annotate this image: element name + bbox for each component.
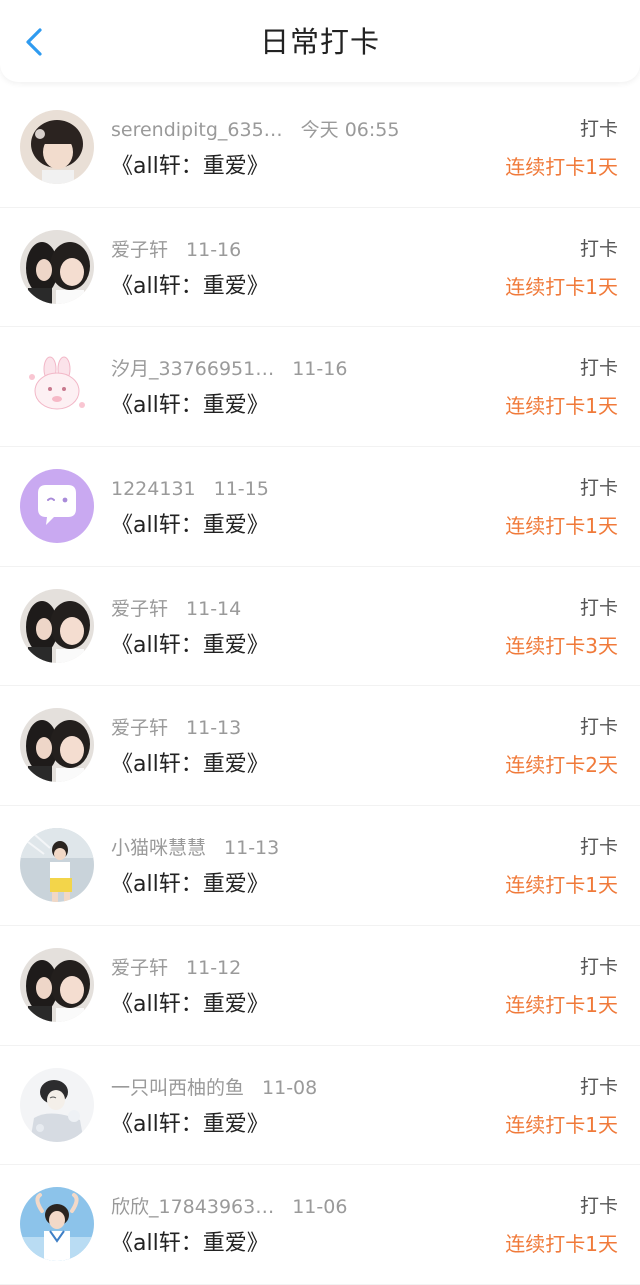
entry-meta: 1224131 11-15 <box>111 477 269 501</box>
checkin-row[interactable]: 欣欣_17843963… 11-06 《all轩：重爱》 打卡 连续打卡1天 <box>0 1165 640 1285</box>
avatar[interactable] <box>20 947 94 1022</box>
timestamp: 11-13 <box>186 717 242 740</box>
checkin-row[interactable]: 一只叫西柚的鱼 11-08 《all轩：重爱》 打卡 连续打卡1天 <box>0 1046 640 1166</box>
book-title[interactable]: 《all轩：重爱》 <box>111 152 269 182</box>
checkin-row[interactable]: 汐月_33766951… 11-16 《all轩：重爱》 打卡 连续打卡1天 <box>0 327 640 448</box>
avatar[interactable] <box>20 110 94 184</box>
checkin-row[interactable]: 爱子轩 11-16 《all轩：重爱》 打卡 连续打卡1天 <box>0 208 640 328</box>
checkin-button[interactable]: 打卡 <box>580 236 618 262</box>
checkin-button[interactable]: 打卡 <box>580 954 618 980</box>
streak-label: 连续打卡1天 <box>505 514 618 539</box>
streak-label: 连续打卡1天 <box>505 1232 618 1257</box>
username[interactable]: 1224131 <box>111 477 196 501</box>
two-people-photo-avatar-icon <box>20 588 94 663</box>
streak-label: 连续打卡1天 <box>505 873 618 898</box>
avatar[interactable] <box>20 588 94 663</box>
avatar[interactable] <box>20 469 94 544</box>
checkin-row[interactable]: serendipitg_635… 今天 06:55 《all轩：重爱》 打卡 连续… <box>0 88 640 208</box>
username[interactable]: 一只叫西柚的鱼 <box>111 1076 244 1100</box>
checkin-row[interactable]: 爱子轩 11-13 《all轩：重爱》 打卡 连续打卡2天 <box>0 686 640 807</box>
streak-label: 连续打卡1天 <box>505 992 618 1017</box>
book-title[interactable]: 《all轩：重爱》 <box>111 870 269 900</box>
checkin-row[interactable]: 爱子轩 11-12 《all轩：重爱》 打卡 连续打卡1天 <box>0 926 640 1046</box>
username[interactable]: 爱子轩 <box>111 716 168 740</box>
bunny-sticker-avatar-icon <box>20 349 94 424</box>
checkin-button[interactable]: 打卡 <box>580 595 618 621</box>
entry-meta: 爱子轩 11-12 <box>111 956 241 980</box>
book-title[interactable]: 《all轩：重爱》 <box>111 1229 269 1259</box>
avatar[interactable] <box>20 828 94 903</box>
checkin-row[interactable]: 小猫咪慧慧 11-13 《all轩：重爱》 打卡 连续打卡1天 <box>0 806 640 926</box>
username[interactable]: 爱子轩 <box>111 238 168 262</box>
checkin-list: serendipitg_635… 今天 06:55 《all轩：重爱》 打卡 连续… <box>0 88 640 1285</box>
timestamp: 11-08 <box>262 1076 318 1099</box>
book-title[interactable]: 《all轩：重爱》 <box>111 272 269 302</box>
avatar[interactable] <box>20 1067 94 1142</box>
timestamp: 11-13 <box>224 837 280 860</box>
checkin-row[interactable]: 爱子轩 11-14 《all轩：重爱》 打卡 连续打卡3天 <box>0 567 640 687</box>
avatar[interactable] <box>20 1187 94 1262</box>
timestamp: 11-16 <box>292 358 348 381</box>
avatar[interactable] <box>20 229 94 304</box>
book-title[interactable]: 《all轩：重爱》 <box>111 391 269 421</box>
page-title: 日常打卡 <box>259 25 380 59</box>
timestamp: 11-15 <box>213 478 269 501</box>
chat-bubble-avatar-icon <box>20 469 94 544</box>
checkin-button[interactable]: 打卡 <box>580 116 618 142</box>
checkin-button[interactable]: 打卡 <box>580 355 618 381</box>
checkin-button[interactable]: 打卡 <box>580 834 618 860</box>
entry-meta: 爱子轩 11-14 <box>111 597 241 621</box>
dancer-photo-avatar-icon <box>20 828 94 903</box>
sketch-photo-avatar-icon <box>20 1067 94 1142</box>
two-people-photo-avatar-icon <box>20 947 94 1022</box>
book-title[interactable]: 《all轩：重爱》 <box>111 1110 269 1140</box>
book-title[interactable]: 《all轩：重爱》 <box>111 990 269 1020</box>
checkin-button[interactable]: 打卡 <box>580 1074 618 1100</box>
two-people-photo-avatar-icon <box>20 708 94 783</box>
timestamp: 11-14 <box>186 597 242 620</box>
entry-meta: 汐月_33766951… 11-16 <box>111 357 347 381</box>
sky-photo-avatar-icon <box>20 1187 94 1262</box>
username[interactable]: 欣欣_17843963… <box>111 1195 274 1219</box>
username[interactable]: 小猫咪慧慧 <box>111 836 206 860</box>
book-title[interactable]: 《all轩：重爱》 <box>111 511 269 541</box>
avatar[interactable] <box>20 349 94 424</box>
book-title[interactable]: 《all轩：重爱》 <box>111 750 269 780</box>
timestamp: 11-12 <box>186 956 242 979</box>
entry-meta: 欣欣_17843963… 11-06 <box>111 1195 347 1219</box>
entry-meta: 小猫咪慧慧 11-13 <box>111 836 279 860</box>
streak-label: 连续打卡1天 <box>505 1112 618 1137</box>
timestamp: 11-16 <box>186 238 242 261</box>
username[interactable]: 爱子轩 <box>111 956 168 980</box>
checkin-button[interactable]: 打卡 <box>580 1193 618 1219</box>
checkin-button[interactable]: 打卡 <box>580 714 618 740</box>
streak-label: 连续打卡1天 <box>505 394 618 419</box>
book-title[interactable]: 《all轩：重爱》 <box>111 631 269 661</box>
avatar[interactable] <box>20 708 94 783</box>
timestamp: 11-06 <box>292 1196 348 1219</box>
two-people-photo-avatar-icon <box>20 229 94 304</box>
entry-meta: 爱子轩 11-16 <box>111 238 241 262</box>
timestamp: 今天 06:55 <box>300 119 400 141</box>
girl-photo-avatar-icon <box>20 110 94 184</box>
streak-label: 连续打卡1天 <box>505 274 618 299</box>
username[interactable]: 汐月_33766951… <box>111 357 274 381</box>
entry-meta: 一只叫西柚的鱼 11-08 <box>111 1076 317 1100</box>
username[interactable]: 爱子轩 <box>111 597 168 621</box>
username[interactable]: serendipitg_635… <box>111 118 283 142</box>
streak-label: 连续打卡1天 <box>505 155 618 179</box>
checkin-button[interactable]: 打卡 <box>580 475 618 501</box>
top-bar: 日常打卡 <box>0 0 640 82</box>
streak-label: 连续打卡3天 <box>505 633 618 658</box>
entry-meta: serendipitg_635… 今天 06:55 <box>111 118 399 142</box>
entry-meta: 爱子轩 11-13 <box>111 716 241 740</box>
streak-label: 连续打卡2天 <box>505 753 618 778</box>
checkin-row[interactable]: 1224131 11-15 《all轩：重爱》 打卡 连续打卡1天 <box>0 447 640 567</box>
